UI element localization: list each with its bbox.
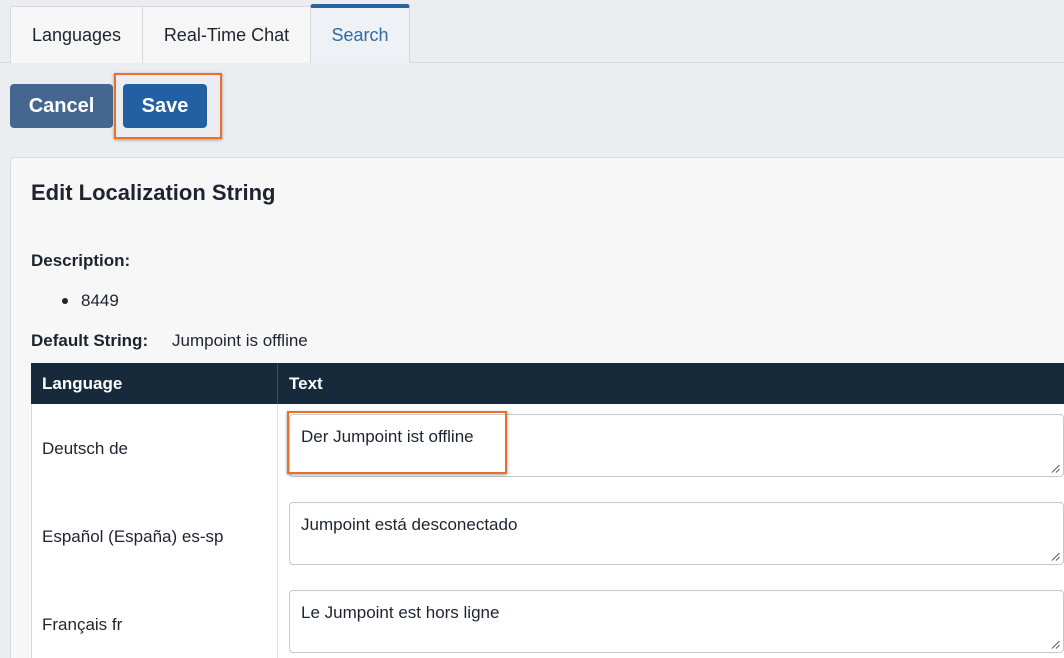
description-item: 8449	[81, 291, 119, 310]
description-label: Description:	[31, 251, 131, 270]
save-button[interactable]: Save	[123, 84, 207, 128]
translation-text: Jumpoint está desconectado	[301, 515, 518, 534]
default-string-value: Jumpoint is offline	[172, 331, 308, 350]
resize-grip-icon[interactable]	[1051, 640, 1060, 649]
header-divider	[277, 363, 278, 404]
tab-bar: Languages Real-Time Chat Search	[10, 4, 410, 63]
default-string-label: Default String:	[31, 331, 149, 350]
tab-languages[interactable]: Languages	[10, 6, 143, 63]
column-divider	[277, 404, 278, 658]
translation-text: Der Jumpoint ist offline	[301, 427, 474, 446]
translation-text: Le Jumpoint est hors ligne	[301, 603, 500, 622]
tab-search[interactable]: Search	[310, 4, 410, 63]
translation-field-fr[interactable]: Le Jumpoint est hors ligne	[289, 590, 1064, 653]
translation-field-de[interactable]: Der Jumpoint ist offline	[289, 414, 1064, 477]
resize-grip-icon[interactable]	[1051, 552, 1060, 561]
column-header-text: Text	[289, 374, 323, 393]
resize-grip-icon[interactable]	[1051, 464, 1060, 473]
table-row-language: Français fr	[42, 615, 123, 634]
panel-title: Edit Localization String	[31, 180, 276, 205]
page: Languages Real-Time Chat Search Cancel S…	[0, 0, 1064, 658]
cancel-button[interactable]: Cancel	[10, 84, 113, 128]
table-row-language: Deutsch de	[42, 439, 128, 458]
translation-field-es[interactable]: Jumpoint está desconectado	[289, 502, 1064, 565]
tab-real-time-chat[interactable]: Real-Time Chat	[142, 6, 311, 63]
table-header: Language Text	[31, 363, 1064, 404]
localization-table: Language Text Deutsch de Der Jumpoint is…	[31, 363, 1064, 658]
table-row-language: Español (España) es-sp	[42, 527, 224, 546]
column-header-language: Language	[42, 374, 123, 393]
bullet-icon	[62, 298, 68, 304]
